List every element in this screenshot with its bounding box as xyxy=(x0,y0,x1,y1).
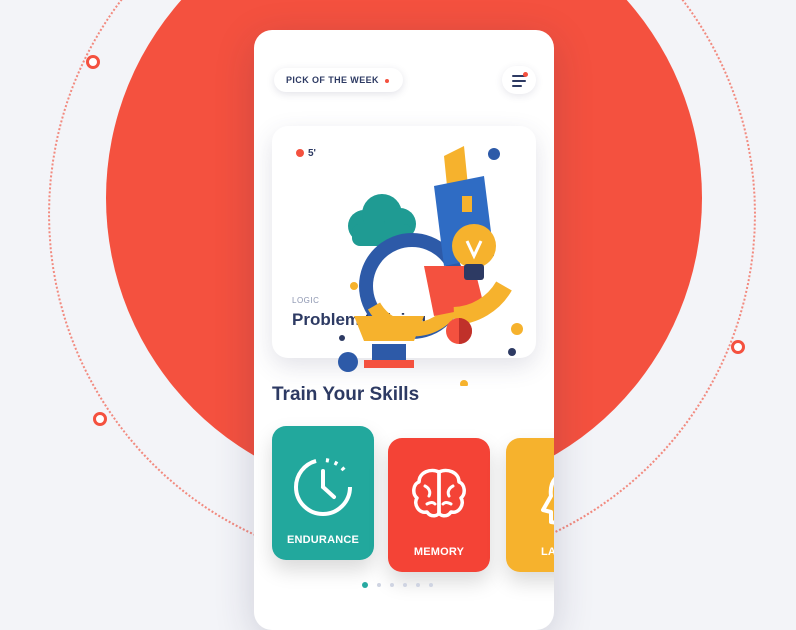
pagination-dot[interactable] xyxy=(362,582,368,588)
pagination-dot[interactable] xyxy=(416,583,420,587)
skill-card-language[interactable]: LANG xyxy=(506,438,554,572)
duration-text: 5' xyxy=(308,148,316,159)
badge-dot-icon xyxy=(384,78,389,83)
skill-label: LANG xyxy=(541,546,554,558)
pick-of-the-week-label: PICK OF THE WEEK xyxy=(286,75,379,85)
problem-solving-illustration-icon xyxy=(338,146,516,386)
clock-icon xyxy=(296,149,304,158)
phone-screen: PICK OF THE WEEK 5' LOGIC Problem Solvin… xyxy=(254,30,554,630)
brain-icon xyxy=(412,468,466,518)
orbit-node xyxy=(93,412,107,426)
section-title: Train Your Skills xyxy=(272,384,420,405)
orbit-node xyxy=(731,340,745,354)
skill-card-memory[interactable]: MEMORY xyxy=(388,438,490,572)
skill-label: ENDURANCE xyxy=(286,534,360,546)
pagination-dot[interactable] xyxy=(377,583,381,587)
menu-line xyxy=(512,80,526,82)
menu-button[interactable] xyxy=(502,66,536,94)
pick-of-the-week-badge[interactable]: PICK OF THE WEEK xyxy=(274,68,403,92)
background-stage: PICK OF THE WEEK 5' LOGIC Problem Solvin… xyxy=(0,0,796,630)
head-profile-icon xyxy=(541,476,554,525)
decorative-ball-icon xyxy=(446,318,472,344)
menu-line xyxy=(512,85,522,87)
notification-dot-icon xyxy=(523,72,528,77)
stopwatch-icon xyxy=(294,458,352,516)
skill-label: MEMORY xyxy=(413,546,465,558)
pagination-dot[interactable] xyxy=(390,583,394,587)
duration-indicator: 5' xyxy=(296,148,316,159)
pagination-dot[interactable] xyxy=(429,583,433,587)
orbit-node xyxy=(86,55,100,69)
pagination-dot[interactable] xyxy=(403,583,407,587)
pagination-dots xyxy=(362,582,433,588)
skill-card-endurance[interactable]: ENDURANCE xyxy=(272,426,374,560)
featured-category: LOGIC xyxy=(292,296,320,305)
decorative-dot-icon xyxy=(511,323,523,335)
featured-card[interactable]: 5' LOGIC Problem Solving xyxy=(272,126,536,386)
